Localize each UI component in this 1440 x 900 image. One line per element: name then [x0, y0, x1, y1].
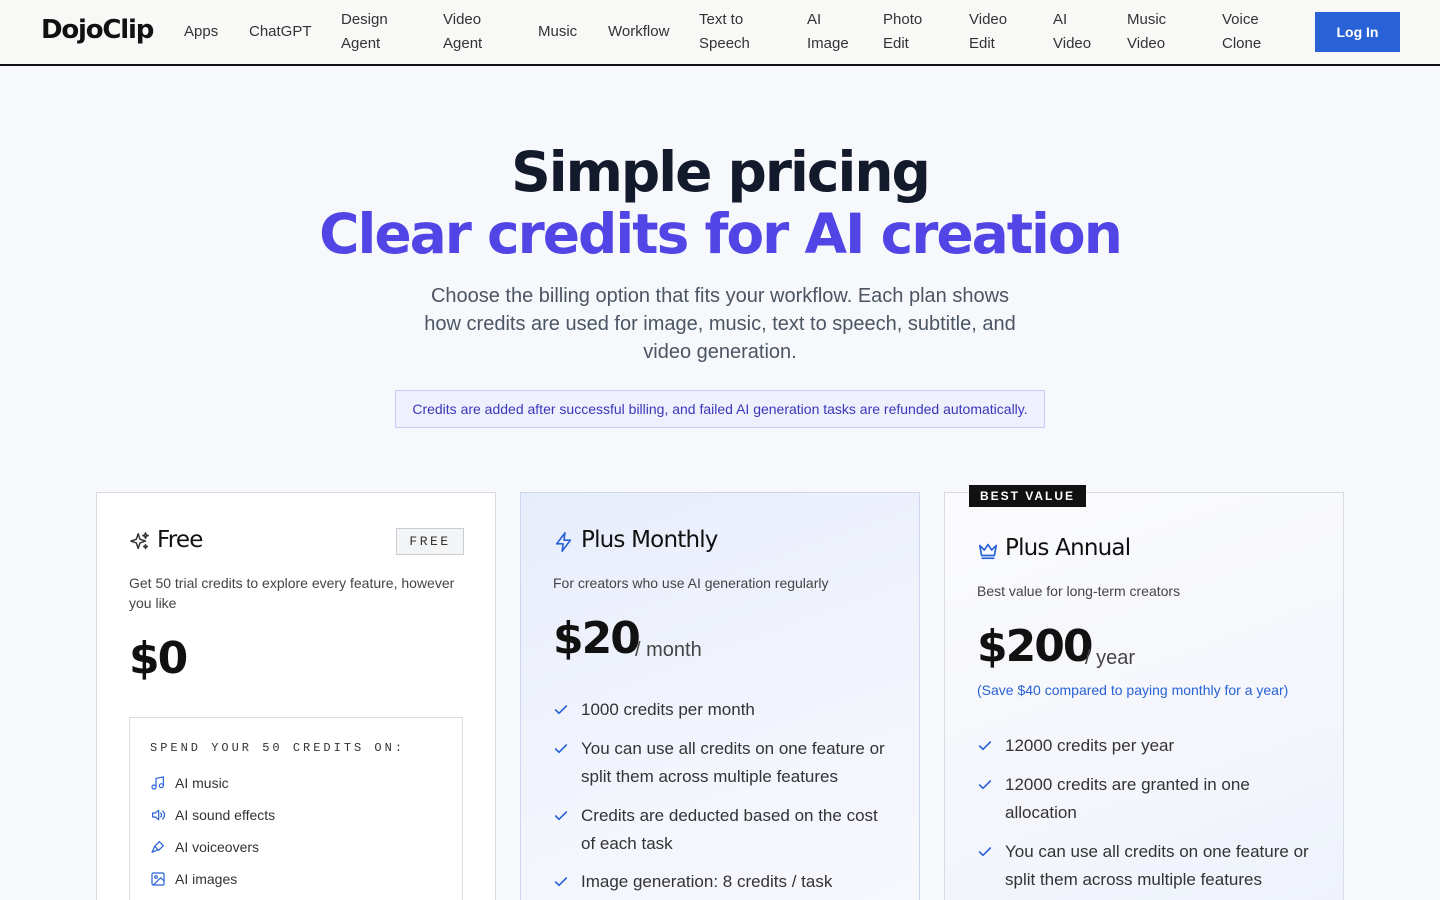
music-note-icon: [151, 776, 164, 790]
savings-note: (Save $40 compared to paying monthly for…: [977, 682, 1289, 698]
nav-item-music[interactable]: Music: [538, 20, 577, 44]
feature-text: Image generation: 8 credits / task: [581, 872, 833, 891]
best-value-badge: BEST VALUE: [969, 485, 1086, 507]
list-item-label: AI sound effects: [175, 807, 276, 823]
plan-card-plus-monthly: Plus Monthly For creators who use AI gen…: [520, 492, 920, 900]
brand-logo[interactable]: DojoClip: [41, 15, 154, 45]
plan-card-plus-annual: Plus Annual Best value for long-term cre…: [944, 492, 1344, 900]
image-icon: [151, 872, 165, 886]
login-button[interactable]: Log In: [1315, 12, 1400, 52]
plan-description: Get 50 trial credits to explore every fe…: [129, 575, 455, 611]
feature-text: 12000 credits are granted in one allocat…: [1005, 775, 1250, 822]
nav-item-ai-image[interactable]: AI Image: [807, 8, 857, 56]
plan-period: / month: [635, 639, 702, 661]
nav-item-video-edit[interactable]: Video Edit: [969, 8, 1019, 56]
check-icon: [554, 811, 568, 821]
nav-item-apps[interactable]: Apps: [184, 20, 218, 44]
credits-usage-box: SPEND YOUR 50 CREDITS ON: AI music AI so…: [129, 717, 463, 900]
billing-notice: Credits are added after successful billi…: [395, 390, 1045, 428]
check-icon: [554, 877, 568, 887]
microphone-icon: [151, 841, 164, 853]
plan-description: For creators who use AI generation regul…: [553, 575, 829, 591]
free-badge: FREE: [396, 528, 464, 555]
feature-text: Credits are deducted based on the cost o…: [581, 806, 878, 853]
hero-description: Choose the billing option that fits your…: [424, 285, 1016, 363]
feature-text: You can use all credits on one feature o…: [1005, 842, 1309, 889]
check-icon: [978, 741, 992, 751]
nav-item-video-agent[interactable]: Video Agent: [443, 8, 523, 56]
feature-text: 1000 credits per month: [581, 700, 755, 719]
feature-item: You can use all credits on one feature o…: [553, 735, 893, 791]
nav-item-workflow[interactable]: Workflow: [608, 20, 669, 44]
check-icon: [554, 744, 568, 754]
plan-period: / year: [1085, 647, 1136, 669]
feature-item: 12000 credits per year: [977, 732, 1317, 760]
list-item-label: AI voiceovers: [175, 839, 260, 855]
feature-item: Image generation: 8 credits / task: [553, 868, 893, 896]
plan-name: Plus Annual: [1005, 535, 1131, 561]
list-item: AI music: [150, 773, 229, 793]
list-item-label: AI music: [175, 775, 229, 791]
list-item: AI voiceovers: [150, 837, 259, 857]
sparkle-icon: [130, 532, 149, 550]
feature-item: Credits are deducted based on the cost o…: [553, 802, 893, 858]
speaker-icon: [152, 809, 165, 821]
list-item: AI images: [150, 869, 237, 889]
plan-price: $0: [129, 633, 188, 684]
nav-item-chatgpt[interactable]: ChatGPT: [249, 20, 312, 44]
page-title: Simple pricing: [511, 140, 931, 204]
feature-item: 1000 credits per month: [553, 696, 893, 724]
plan-name: Free: [157, 527, 203, 553]
plan-description: Best value for long-term creators: [977, 583, 1181, 599]
feature-text: You can use all credits on one feature o…: [581, 739, 885, 786]
plan-price: $200: [977, 621, 1093, 672]
check-icon: [554, 705, 568, 715]
plan-name: Plus Monthly: [581, 527, 718, 553]
feature-item: 12000 credits are granted in one allocat…: [977, 771, 1277, 827]
page-subtitle: Clear credits for AI creation: [319, 202, 1123, 266]
nav-item-music-video[interactable]: Music Video: [1127, 8, 1177, 56]
crown-icon: [978, 543, 998, 560]
list-item-label: AI images: [175, 871, 238, 887]
feature-text: 12000 credits per year: [1005, 736, 1175, 755]
top-navigation-bar: DojoClip Apps ChatGPT Design Agent Video…: [0, 0, 1440, 66]
check-icon: [978, 847, 992, 857]
nav-item-voice-clone[interactable]: Voice Clone: [1222, 8, 1272, 56]
nav-item-text-to-speech[interactable]: Text to Speech: [699, 8, 769, 56]
feature-item: You can use all credits on one feature o…: [977, 838, 1317, 894]
nav-item-design-agent[interactable]: Design Agent: [341, 8, 421, 56]
credits-usage-title: SPEND YOUR 50 CREDITS ON:: [150, 741, 406, 755]
plan-card-free: Free FREE Get 50 trial credits to explor…: [96, 492, 496, 900]
lightning-icon: [555, 532, 572, 552]
list-item: AI sound effects: [150, 805, 275, 825]
nav-item-ai-video[interactable]: AI Video: [1053, 8, 1103, 56]
nav-item-photo-edit[interactable]: Photo Edit: [883, 8, 933, 56]
check-icon: [978, 780, 992, 790]
plan-price: $20: [553, 613, 641, 664]
